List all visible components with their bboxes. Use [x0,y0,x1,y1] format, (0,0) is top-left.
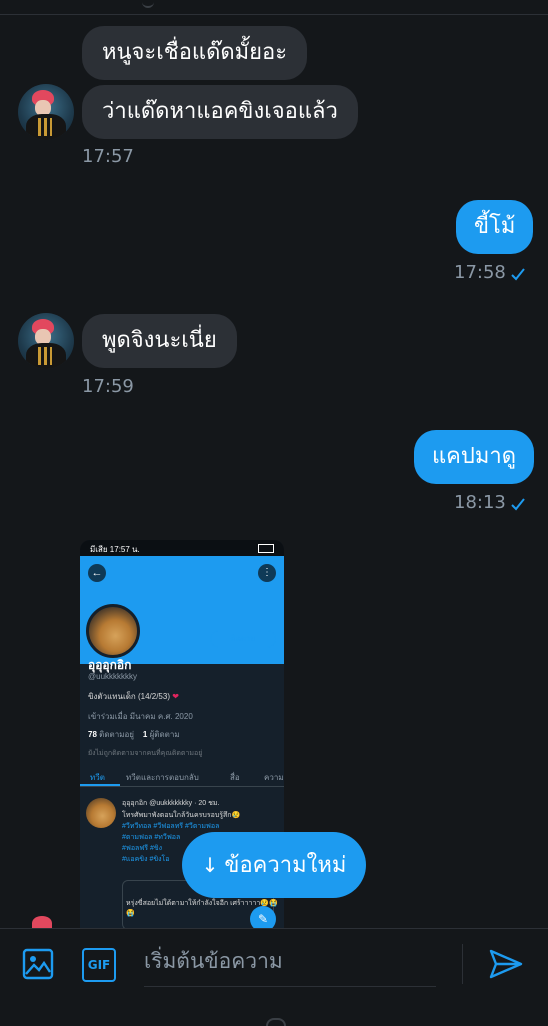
message-timestamp: 17:58 [454,262,506,283]
message-bubble-incoming[interactable]: หนูจะเชื่อแด๊ดมั้ยอะ [82,26,308,80]
message-bubble-outgoing[interactable]: แคปมาดู [414,430,535,484]
sent-check-icon [511,268,525,281]
avatar[interactable] [18,313,74,369]
message-bubble-incoming[interactable]: พูดจิงนะเนี่ย [82,314,237,368]
tab-likes: ความ [264,773,284,782]
message-text: แคปมาดู [432,444,517,469]
profile-bio: ขิงตัวแทนเด็ก (14/2/53) ❤ [88,690,179,703]
heart-icon: ❤ [172,692,179,701]
send-icon[interactable] [488,948,524,980]
following-count: 78 [88,730,97,739]
back-arrow-icon: ← [88,564,106,582]
tab-tweets-replies: ทวีตและการตอบกลับ [126,773,199,782]
message-text: หนูจะเชื่อแด๊ดมั้ยอะ [102,40,288,65]
message-text: ขี้โม้ [474,214,516,239]
message-text: ว่าแด๊ดหาแอคขิงเจอแล้ว [102,99,338,124]
top-edge-icon [142,0,154,8]
profile-avatar [86,604,140,658]
message-timestamp: 18:13 [454,492,506,513]
tab-media: สื่อ [230,773,240,782]
message-bubble-incoming[interactable]: ว่าแด๊ดหาแอคขิงเจอแล้ว [82,85,358,139]
tweet-header: อุอุอุกอิก @uukkkkkkky · 20 ชม. [122,800,220,807]
following-label: ติดตามอยู่ [99,730,134,739]
not-followed-note: ยังไม่ถูกติดตามจากคนที่คุณติดตามอยู่ [88,750,203,757]
followers-count: 1 [142,730,148,739]
message-timestamp: 17:59 [82,376,134,397]
avatar[interactable] [18,84,74,140]
tweet-avatar [86,798,116,828]
new-messages-label: ข้อความใหม่ [224,853,347,878]
follow-button: ติดตาม [210,630,276,648]
avatar-partial [20,914,76,928]
attachment-status-time: มีเสีย 17:57 น. [90,545,140,554]
compose-fab-icon: ✎ [250,906,276,928]
tweet-hashtags: #ตามฟอล #ทวีฟอล [122,834,181,841]
battery-icon [258,544,274,553]
arrow-down-icon: ↓ [201,853,219,877]
active-tab-indicator [80,784,120,786]
tweet-line: โทรศัพมาพังตอนใกล้วันครบรอบรู้สึก😢 [122,812,241,819]
tweet-hashtags: #วีทวีทอล #วีฟอลทรี #วีตามฟอล [122,823,220,830]
attachment-status-bar: มีเสีย 17:57 น. [80,540,284,556]
image-icon[interactable] [22,948,54,980]
message-bubble-outgoing[interactable]: ขี้โม้ [456,200,534,254]
more-icon: ⋮ [258,564,276,582]
top-divider [0,14,548,15]
message-timestamp: 17:57 [82,146,134,167]
profile-bio-text: ขิงตัวแทนเด็ก (14/2/53) [88,692,170,701]
home-indicator [266,1018,286,1026]
tab-tweets: ทวีต [90,773,105,782]
profile-joined: เข้าร่วมเมื่อ มีนาคม ค.ศ. 2020 [88,712,193,721]
gif-label: GIF [87,958,111,972]
gif-button[interactable]: GIF [82,948,116,982]
message-text: พูดจิงนะเนี่ย [102,328,217,353]
profile-stats: 78 ติดตามอยู่ 1 ผู้ติดตาม [88,728,180,741]
followers-label: ผู้ติดตาม [149,730,180,739]
new-messages-button[interactable]: ↓ ข้อความใหม่ [182,832,366,898]
message-input-placeholder: เริ่มต้นข้อความ [144,949,283,973]
profile-handle: @uukkkkkkky [88,672,138,681]
tweet-hashtags: #แอคขิง #ขิงโอ [122,856,170,863]
message-input[interactable]: เริ่มต้นข้อความ [144,946,436,987]
composer-divider [462,944,463,984]
tweet-hashtags: #ฟอลฟรี #ขิง [122,845,163,852]
sent-check-icon [511,498,525,511]
